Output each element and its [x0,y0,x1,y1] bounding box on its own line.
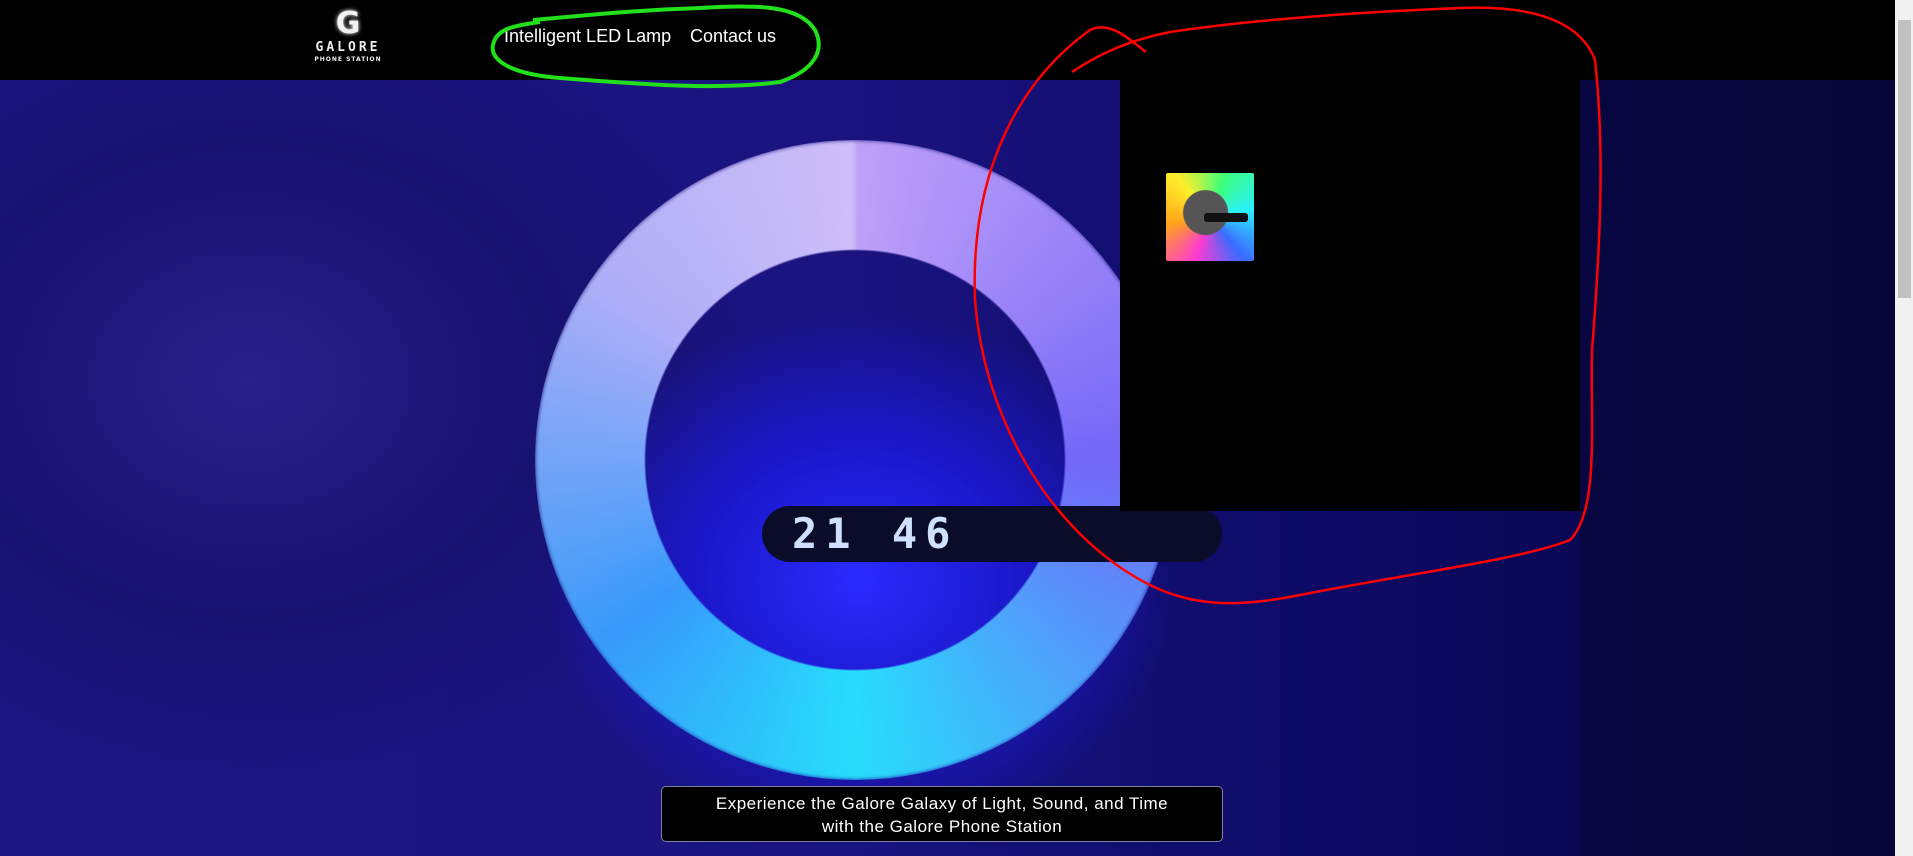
nav-link-intelligent-led-lamp[interactable]: Intelligent LED Lamp [504,26,671,47]
product-thumbnail[interactable] [1166,173,1254,261]
scrollbar-thumb[interactable] [1898,20,1911,298]
logo-g-icon: G [335,6,361,41]
thumbnail-clock-bar [1204,213,1248,222]
lamp-clock-display: 21 46 [762,506,1222,562]
hero-background-image: 21 46 [0,80,1895,856]
nav-link-contact-us[interactable]: Contact us [690,26,776,47]
caption-line-1: Experience the Galore Galaxy of Light, S… [715,794,1169,813]
vertical-scrollbar[interactable] [1895,0,1913,856]
caption-line-2: with the Galore Phone Station [821,817,1063,836]
logo-tagline: PHONE STATION [314,56,382,63]
led-ring-image [535,140,1175,780]
hero-caption: Experience the Galore Galaxy of Light, S… [661,786,1223,842]
logo-name: GALORE [315,40,381,55]
galore-logo[interactable]: G GALORE PHONE STATION [312,8,384,72]
navbar: G GALORE PHONE STATION Intelligent LED L… [0,0,1895,80]
hero-dark-edge [1580,80,1895,856]
product-popup-panel [1120,80,1580,511]
